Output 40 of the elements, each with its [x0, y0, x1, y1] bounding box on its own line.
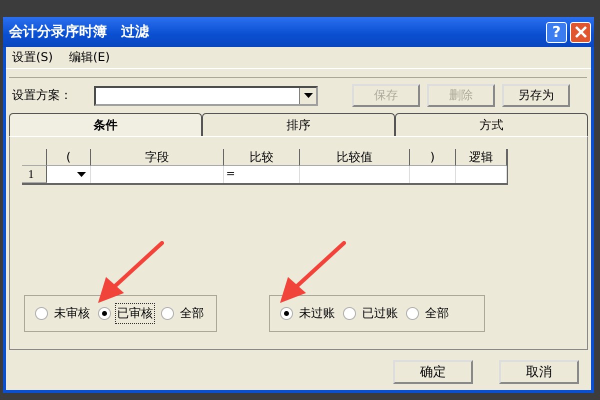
- column-header: 比较: [224, 149, 300, 166]
- tab[interactable]: 条件: [9, 113, 202, 136]
- tab[interactable]: 排序: [202, 113, 395, 136]
- radio-button[interactable]: [343, 307, 356, 320]
- caret-icon[interactable]: [77, 172, 86, 177]
- radio-button[interactable]: [35, 307, 48, 320]
- close-icon: [574, 25, 588, 39]
- column-header: 比较值: [300, 149, 410, 166]
- close-button[interactable]: [570, 22, 591, 42]
- column-header: ): [410, 149, 456, 166]
- row-number: 1: [22, 166, 47, 183]
- radio-label[interactable]: 已审核: [115, 303, 155, 324]
- menu-item[interactable]: 编辑(E): [68, 49, 110, 66]
- table-cell: =: [224, 166, 300, 183]
- table-cell: [410, 166, 456, 183]
- tab[interactable]: 方式: [395, 113, 588, 136]
- column-header: 字段: [91, 149, 224, 166]
- column-header: 逻辑: [456, 149, 507, 166]
- dialog-button[interactable]: 确定: [393, 360, 473, 384]
- radio-button[interactable]: [161, 307, 174, 320]
- radio-label[interactable]: 未审核: [52, 303, 92, 324]
- radio-label[interactable]: 全部: [178, 303, 206, 324]
- dropdown-button[interactable]: [299, 88, 316, 104]
- caret-icon: [304, 93, 312, 98]
- scheme-button[interactable]: 另存为: [502, 84, 570, 107]
- menu-item[interactable]: 设置(S): [12, 49, 53, 66]
- window-title: 会计分录序时簿 过滤: [9, 23, 149, 41]
- column-header: (: [47, 149, 91, 166]
- radio-button[interactable]: [406, 307, 419, 320]
- dialog-button[interactable]: 取消: [499, 360, 579, 384]
- radio-label[interactable]: 已过账: [360, 303, 400, 324]
- radio-label[interactable]: 全部: [423, 303, 451, 324]
- help-button[interactable]: ?: [546, 22, 567, 42]
- dropdown-cell[interactable]: [47, 166, 91, 183]
- radio-button[interactable]: [280, 307, 293, 320]
- radio-label[interactable]: 未过账: [297, 303, 337, 324]
- scheme-dropdown[interactable]: [94, 86, 318, 106]
- scheme-label: 设置方案：: [12, 87, 73, 104]
- radio-button[interactable]: [98, 307, 111, 320]
- table-cell: [456, 166, 507, 183]
